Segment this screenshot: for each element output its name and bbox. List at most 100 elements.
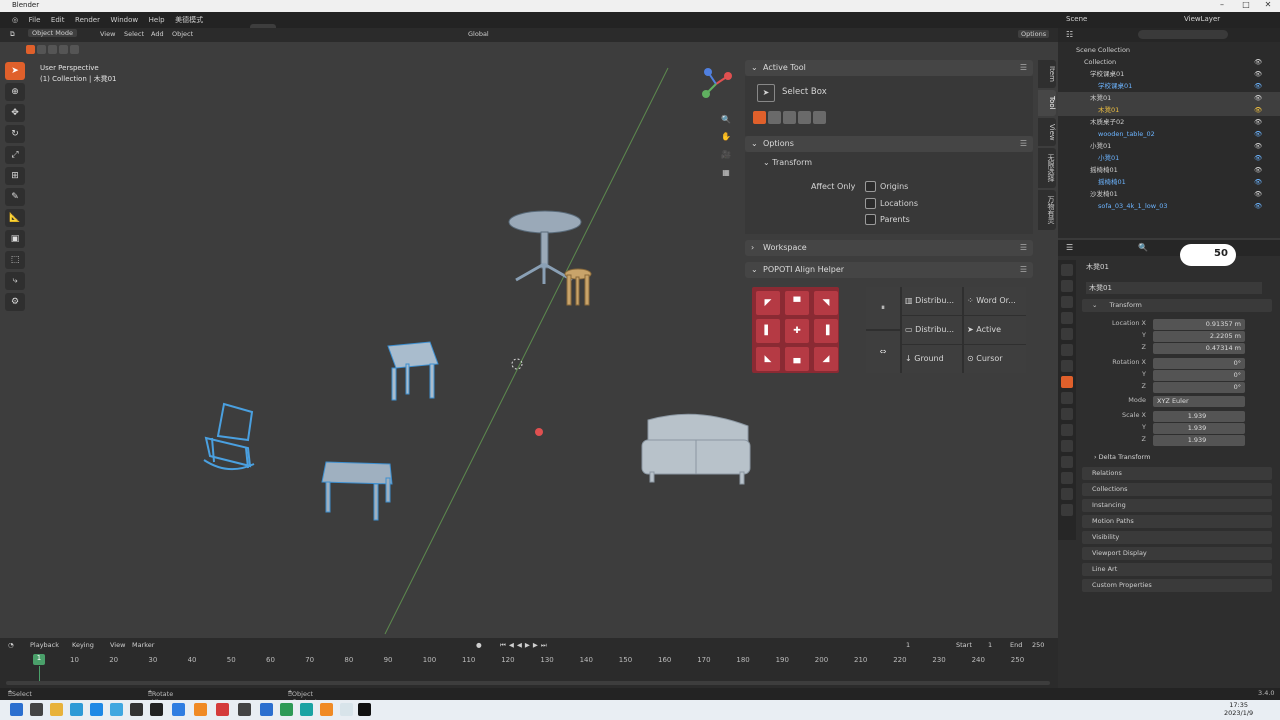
clock[interactable]: 17:35 2023/1/9 (1224, 701, 1253, 717)
tab-tool[interactable]: Tool (1038, 89, 1056, 116)
app-icon-12[interactable] (340, 703, 353, 716)
mode-invert-icon[interactable] (798, 111, 811, 124)
tab-view[interactable]: View (1038, 117, 1056, 147)
properties-tab-icon[interactable] (1061, 376, 1073, 388)
app-icon-4[interactable] (150, 703, 163, 716)
menu-custom[interactable]: 美德模式 (171, 12, 207, 28)
extra-tool-3-icon[interactable]: ⚙ (5, 293, 25, 311)
scene-name[interactable]: Scene (1066, 15, 1087, 23)
timeline-editor-icon[interactable]: ◔ (8, 641, 14, 649)
blender-logo-icon[interactable]: ◎ (8, 12, 22, 28)
outliner-row[interactable]: 学校课桌01 👁 (1058, 68, 1280, 80)
menu-edit[interactable]: Edit (47, 12, 69, 28)
align-cell-3-icon[interactable]: ▌ (756, 319, 780, 343)
app-icon-9[interactable] (280, 703, 293, 716)
popoti-header[interactable]: ⌄ POPOTI Align Helper ☰ (745, 262, 1033, 278)
select-mode-buttons[interactable] (26, 45, 82, 55)
align-cell-7-icon[interactable]: ▄ (785, 347, 809, 371)
menu-file[interactable]: File (25, 12, 45, 28)
outliner-row[interactable]: 木凳01 👁 (1058, 104, 1280, 116)
location-y-field[interactable]: 2.2205 m (1153, 331, 1245, 342)
edge-icon[interactable] (70, 703, 83, 716)
visibility-eye-icon[interactable]: 👁 (1254, 200, 1262, 212)
select-box-tool-icon[interactable]: ➤ (5, 62, 25, 80)
properties-section-3[interactable]: Motion Paths (1082, 515, 1272, 528)
select-box-icon[interactable]: ➤ (757, 84, 775, 102)
align-cell-0-icon[interactable]: ◤ (756, 291, 780, 315)
properties-tab-icon[interactable] (1061, 280, 1073, 292)
app-icon-11[interactable] (320, 703, 333, 716)
scale-y-field[interactable]: 1.939 (1153, 423, 1245, 434)
properties-section-7[interactable]: Custom Properties (1082, 579, 1272, 592)
current-frame-field[interactable]: 1 (906, 641, 910, 649)
outliner-row[interactable]: 学校课桌01 👁 (1058, 80, 1280, 92)
cursor-tool-icon[interactable]: ⊕ (5, 83, 25, 101)
visibility-eye-icon[interactable]: 👁 (1254, 68, 1262, 80)
menu-help[interactable]: Help (145, 12, 169, 28)
align-cell-6-icon[interactable]: ◣ (756, 347, 780, 371)
app-icon-2[interactable] (110, 703, 123, 716)
distribute-v-icon[interactable]: ⏸ (866, 287, 900, 329)
world-origin-button[interactable]: ⁘ Word Or... (964, 287, 1026, 315)
properties-tab-icon[interactable] (1061, 296, 1073, 308)
extend-selection-icon[interactable] (37, 45, 46, 54)
outliner-row[interactable]: 小凳01 👁 (1058, 152, 1280, 164)
transform-tool-icon[interactable]: ⊞ (5, 167, 25, 185)
properties-section-0[interactable]: Relations (1082, 467, 1272, 480)
active-button[interactable]: ➤ Active (964, 316, 1026, 344)
parents-checkbox[interactable]: Parents (865, 214, 910, 225)
grid-icon[interactable]: ▦ (720, 168, 732, 180)
delta-transform-subpanel[interactable]: › Delta Transform (1094, 453, 1150, 461)
visibility-eye-icon[interactable]: 👁 (1254, 116, 1262, 128)
options-dropdown[interactable]: Options (1018, 30, 1050, 38)
rotation-z-field[interactable]: 0° (1153, 382, 1245, 393)
new-selection-icon[interactable] (26, 45, 35, 54)
mode-extend-icon[interactable] (768, 111, 781, 124)
mode-subtract-icon[interactable] (783, 111, 796, 124)
properties-tab-icon[interactable] (1061, 328, 1073, 340)
explorer-icon[interactable] (50, 703, 63, 716)
properties-editor-icon[interactable]: ☰ (1066, 243, 1073, 252)
workspace-header[interactable]: › Workspace ☰ (745, 240, 1033, 256)
outliner-row[interactable]: wooden_table_02 👁 (1058, 128, 1280, 140)
menu-select[interactable]: Select (124, 30, 144, 38)
locations-checkbox[interactable]: Locations (865, 198, 918, 209)
origins-checkbox[interactable]: Origins (865, 181, 908, 192)
outliner-search-input[interactable] (1138, 30, 1228, 39)
properties-tab-icon[interactable] (1061, 312, 1073, 324)
terminal-icon[interactable] (358, 703, 371, 716)
distribute-button-1[interactable]: ▥ Distribu... (902, 287, 962, 315)
extra-tool-2-icon[interactable]: ⤷ (5, 272, 25, 290)
mode-new-icon[interactable] (753, 111, 766, 124)
editor-type-icon[interactable]: ⧉ (10, 30, 15, 39)
measure-tool-icon[interactable]: 📐 (5, 209, 25, 227)
transform-subheader[interactable]: ⌄ Transform (763, 158, 812, 167)
tab-wanwu[interactable]: 万物有灵 (1038, 190, 1056, 231)
playhead[interactable]: 1 (33, 654, 45, 665)
visibility-eye-icon[interactable]: 👁 (1254, 56, 1262, 68)
visibility-eye-icon[interactable]: 👁 (1254, 176, 1262, 188)
menu-object[interactable]: Object (172, 30, 193, 38)
properties-tab-icon[interactable] (1061, 408, 1073, 420)
tab-item[interactable]: Item (1038, 60, 1056, 88)
maximize-icon[interactable]: □ (1236, 0, 1256, 12)
app-icon-5[interactable] (172, 703, 185, 716)
app-icon-10[interactable] (300, 703, 313, 716)
start-icon[interactable] (10, 703, 23, 716)
minimize-icon[interactable]: – (1212, 0, 1232, 12)
properties-tab-icon[interactable] (1061, 488, 1073, 500)
menu-view[interactable]: View (100, 30, 115, 38)
visibility-eye-icon[interactable]: 👁 (1254, 188, 1262, 200)
add-cube-tool-icon[interactable]: ▣ (5, 230, 25, 248)
active-tool-header[interactable]: ⌄ Active Tool ☰ (745, 60, 1033, 76)
playback-menu[interactable]: Playback (30, 641, 59, 649)
scale-z-field[interactable]: 1.939 (1153, 435, 1245, 446)
properties-tab-icon[interactable] (1061, 344, 1073, 356)
marker-menu[interactable]: Marker (132, 641, 154, 649)
align-cell-4-icon[interactable]: ✚ (785, 319, 809, 343)
transform-section-header[interactable]: ⌄ Transform (1082, 299, 1272, 312)
outliner-scene-collection[interactable]: Scene Collection (1058, 44, 1280, 56)
rotate-tool-icon[interactable]: ↻ (5, 125, 25, 143)
visibility-eye-icon[interactable]: 👁 (1254, 128, 1262, 140)
distribute-button-2[interactable]: ▭ Distribu... (902, 316, 962, 344)
